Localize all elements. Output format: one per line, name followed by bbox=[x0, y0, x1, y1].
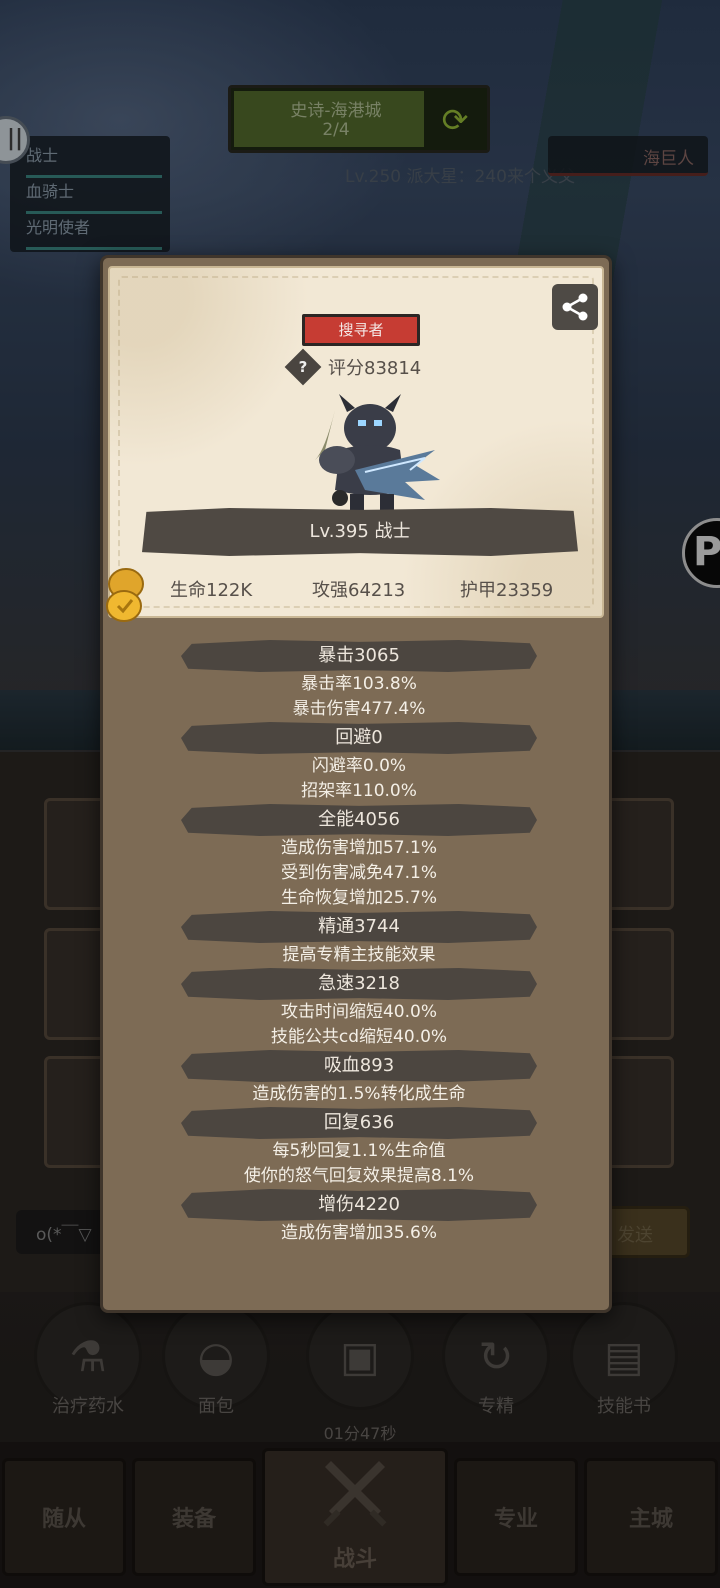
section-header: 增伤4220 bbox=[181, 1189, 537, 1221]
section-header: 精通3744 bbox=[181, 911, 537, 943]
section-line: 攻击时间缩短40.0% bbox=[280, 1002, 437, 1022]
role-badge: 搜寻者 bbox=[302, 314, 420, 346]
section-line: 暴击率103.8% bbox=[301, 674, 417, 694]
armor-stat: 护甲23359 bbox=[460, 580, 554, 601]
share-button[interactable] bbox=[552, 284, 598, 330]
section-line: 受到伤害减免47.1% bbox=[280, 863, 437, 883]
section-line: 闪避率0.0% bbox=[311, 756, 407, 776]
attack-stat: 攻强64213 bbox=[312, 580, 406, 601]
section-header: 急速3218 bbox=[181, 968, 537, 1000]
section-line: 暴击伤害477.4% bbox=[292, 699, 426, 719]
section-line: 技能公共cd缩短40.0% bbox=[270, 1027, 448, 1047]
section-header: 全能4056 bbox=[181, 804, 537, 836]
character-detail-modal: 搜寻者 ? 评分83814 Lv.395 战士 生命122K 攻强64213 护… bbox=[100, 255, 612, 1313]
hero-name-bar: Lv.395 战士 bbox=[142, 508, 578, 556]
section-line: 使你的怒气回复效果提高8.1% bbox=[243, 1166, 475, 1186]
gold-coin-icon bbox=[106, 568, 144, 622]
stat-details: 暴击3065 暴击率103.8% 暴击伤害477.4% 回避0 闪避率0.0% … bbox=[103, 640, 615, 1246]
character-card: 搜寻者 ? 评分83814 Lv.395 战士 生命122K 攻强64213 护… bbox=[106, 266, 606, 622]
section-header: 回避0 bbox=[181, 722, 537, 754]
section-line: 提高专精主技能效果 bbox=[282, 945, 436, 965]
score-value: 评分83814 bbox=[328, 358, 422, 379]
section-header: 吸血893 bbox=[181, 1050, 537, 1082]
warrior-avatar bbox=[315, 394, 440, 514]
hp-stat: 生命122K bbox=[170, 580, 253, 601]
section-line: 生命恢复增加25.7% bbox=[280, 888, 437, 908]
section-line: 每5秒回复1.1%生命值 bbox=[272, 1141, 446, 1161]
section-line: 招架率110.0% bbox=[301, 781, 417, 801]
section-header: 暴击3065 bbox=[181, 640, 537, 672]
score-row: ? 评分83814 bbox=[284, 348, 450, 386]
section-line: 造成伤害增加57.1% bbox=[280, 838, 437, 858]
section-header: 回复636 bbox=[181, 1107, 537, 1139]
help-icon[interactable]: ? bbox=[284, 348, 322, 386]
main-stats: 生命122K 攻强64213 护甲23359 bbox=[106, 566, 606, 622]
section-line: 造成伤害的1.5%转化成生命 bbox=[252, 1084, 466, 1104]
section-line: 造成伤害增加35.6% bbox=[280, 1223, 437, 1243]
share-icon bbox=[562, 293, 588, 321]
